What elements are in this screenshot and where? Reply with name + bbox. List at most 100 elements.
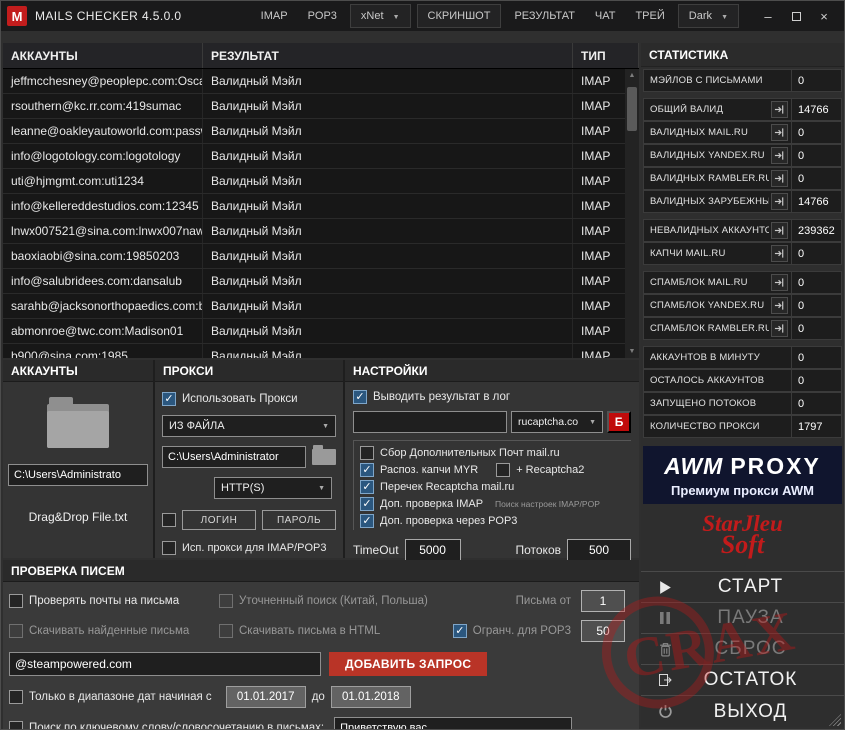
imap-extra-check-checkbox[interactable] <box>360 497 374 511</box>
pop3-limit-checkbox[interactable] <box>453 624 467 638</box>
browse-folder-icon[interactable] <box>312 449 336 465</box>
use-proxy-checkbox[interactable] <box>162 392 176 406</box>
table-row[interactable]: info@logotology.com:logotology Валидный … <box>3 144 625 169</box>
menu-xnet-dropdown[interactable]: xNet ▼ <box>350 4 411 28</box>
table-row[interactable]: info@salubridees.com:dansalub Валидный М… <box>3 269 625 294</box>
table-row[interactable]: b900@sina.com:1985 Валидный Мэйл IMAP <box>3 344 625 358</box>
cell-result: Валидный Мэйл <box>203 194 573 218</box>
date-range-checkbox[interactable] <box>9 690 23 704</box>
awm-brand2: PROXY <box>730 453 821 479</box>
scrollbar-thumb[interactable] <box>627 87 637 131</box>
stat-label-box: СПАМБЛОК MAIL.RU <box>643 271 792 294</box>
theme-dropdown[interactable]: Dark ▼ <box>678 4 739 28</box>
recheck-recaptcha-checkbox[interactable] <box>360 480 374 494</box>
table-row[interactable]: info@kellereddestudios.com:12345 Валидны… <box>3 194 625 219</box>
proxy-type-value: HTTP(S) <box>221 482 264 494</box>
keyword-input[interactable] <box>334 717 572 730</box>
stat-value: 239362 <box>792 219 842 242</box>
check-mails-checkbox[interactable] <box>9 594 23 608</box>
proxy-source-select[interactable]: ИЗ ФАЙЛА ▼ <box>162 415 336 437</box>
date-from-picker[interactable]: 01.01.2017 <box>226 686 306 708</box>
keyword-search-checkbox[interactable] <box>9 721 23 730</box>
refined-search-checkbox[interactable] <box>219 594 233 608</box>
exit-button[interactable]: ВЫХОД <box>641 696 844 727</box>
download-found-checkbox[interactable] <box>9 624 23 638</box>
table-scrollbar[interactable]: ▲ ▼ <box>625 69 639 358</box>
menu-pop3[interactable]: POP3 <box>298 5 347 27</box>
maximize-icon <box>792 12 801 21</box>
scroll-up-icon[interactable]: ▲ <box>625 69 639 82</box>
export-arrow-icon[interactable] <box>771 274 788 291</box>
proxy-password-button[interactable]: ПАРОЛЬ <box>262 510 336 530</box>
folder-icon[interactable] <box>47 404 109 448</box>
soft-logo-line2: Soft <box>721 530 764 560</box>
export-arrow-icon[interactable] <box>771 170 788 187</box>
column-header-accounts[interactable]: АККАУНТЫ <box>3 43 203 68</box>
captcha-service-select[interactable]: rucaptcha.co ▼ <box>511 411 603 433</box>
maximize-button[interactable] <box>782 5 810 27</box>
table-row[interactable]: lnwx007521@sina.com:lnwx007naw Валидный … <box>3 219 625 244</box>
close-button[interactable]: × <box>810 5 838 27</box>
export-arrow-icon[interactable] <box>771 193 788 210</box>
column-header-type[interactable]: ТИП <box>573 43 639 68</box>
export-arrow-icon[interactable] <box>771 245 788 262</box>
stat-label: ВАЛИДНЫХ ЗАРУБЕЖНЫХ <box>650 196 769 207</box>
remainder-button[interactable]: ОСТАТОК <box>641 665 844 696</box>
export-arrow-icon[interactable] <box>771 147 788 164</box>
export-arrow-icon[interactable] <box>771 101 788 118</box>
minimize-button[interactable]: – <box>754 5 782 27</box>
log-output-checkbox[interactable] <box>353 390 367 404</box>
export-arrow-icon[interactable] <box>771 222 788 239</box>
cell-type: IMAP <box>573 69 625 93</box>
export-arrow-icon[interactable] <box>771 320 788 337</box>
date-to-picker[interactable]: 01.01.2018 <box>331 686 411 708</box>
pop3-extra-check-checkbox[interactable] <box>360 514 374 528</box>
table-body: jeffmcchesney@peoplepc.com:Oscar Валидны… <box>3 69 625 358</box>
balance-button[interactable]: Б <box>607 411 631 433</box>
scroll-down-icon[interactable]: ▼ <box>625 345 639 358</box>
table-row[interactable]: uti@hjmgmt.com:uti1234 Валидный Мэйл IMA… <box>3 169 625 194</box>
letters-from-input[interactable] <box>581 590 625 612</box>
table-row[interactable]: jeffmcchesney@peoplepc.com:Oscar Валидны… <box>3 69 625 94</box>
recaptcha2-checkbox[interactable] <box>496 463 510 477</box>
menu-chat[interactable]: ЧАТ <box>585 5 626 27</box>
table-row[interactable]: leanne@oakleyautoworld.com:passw Валидны… <box>3 119 625 144</box>
add-query-button[interactable]: ДОБАВИТЬ ЗАПРОС <box>329 652 487 676</box>
start-button[interactable]: СТАРТ <box>641 572 844 603</box>
collect-extra-mail-checkbox[interactable] <box>360 446 374 460</box>
proxy-for-imap-checkbox[interactable] <box>162 541 176 555</box>
cell-type: IMAP <box>573 294 625 318</box>
download-html-checkbox[interactable] <box>219 624 233 638</box>
menu-result[interactable]: РЕЗУЛЬТАТ <box>504 5 584 27</box>
reset-button[interactable]: СБРОС <box>641 634 844 665</box>
table-row[interactable]: baoxiaobi@sina.com:19850203 Валидный Мэй… <box>3 244 625 269</box>
awm-proxy-banner[interactable]: AWMPROXY Премиум прокси AWM <box>643 446 842 504</box>
table-row[interactable]: rsouthern@kc.rr.com:419sumac Валидный Мэ… <box>3 94 625 119</box>
pop3-limit-input[interactable] <box>581 620 625 642</box>
trash-icon <box>651 642 679 657</box>
cell-result: Валидный Мэйл <box>203 94 573 118</box>
proxy-login-button[interactable]: ЛОГИН <box>182 510 256 530</box>
stat-label: СПАМБЛОК MAIL.RU <box>650 277 769 288</box>
proxy-type-select[interactable]: HTTP(S) ▼ <box>214 477 332 499</box>
column-header-result[interactable]: РЕЗУЛЬТАТ <box>203 43 573 68</box>
accounts-panel-header: АККАУНТЫ <box>3 360 153 382</box>
pause-button[interactable]: ПАУЗА <box>641 603 844 634</box>
menu-imap[interactable]: IMAP <box>251 5 298 27</box>
table-row[interactable]: abmonroe@twc.com:Madison01 Валидный Мэйл… <box>3 319 625 344</box>
menu-tray[interactable]: ТРЕЙ <box>625 5 674 27</box>
table-row[interactable]: sarahb@jacksonorthopaedics.com:bi Валидн… <box>3 294 625 319</box>
export-arrow-icon[interactable] <box>771 124 788 141</box>
threads-input[interactable] <box>567 539 631 561</box>
export-arrow-icon[interactable] <box>771 297 788 314</box>
mailcheck-panel-header: ПРОВЕРКА ПИСЕМ <box>3 560 639 582</box>
proxy-auth-checkbox[interactable] <box>162 513 176 527</box>
awm-subtitle: Премиум прокси AWM <box>671 483 814 498</box>
menu-screenshot[interactable]: СКРИНШОТ <box>417 4 502 28</box>
proxy-path-input[interactable] <box>162 446 306 468</box>
search-query-input[interactable] <box>9 652 321 676</box>
myr-captcha-checkbox[interactable] <box>360 463 374 477</box>
accounts-path-input[interactable] <box>8 464 148 486</box>
captcha-key-input[interactable] <box>353 411 507 433</box>
timeout-input[interactable] <box>405 539 461 561</box>
